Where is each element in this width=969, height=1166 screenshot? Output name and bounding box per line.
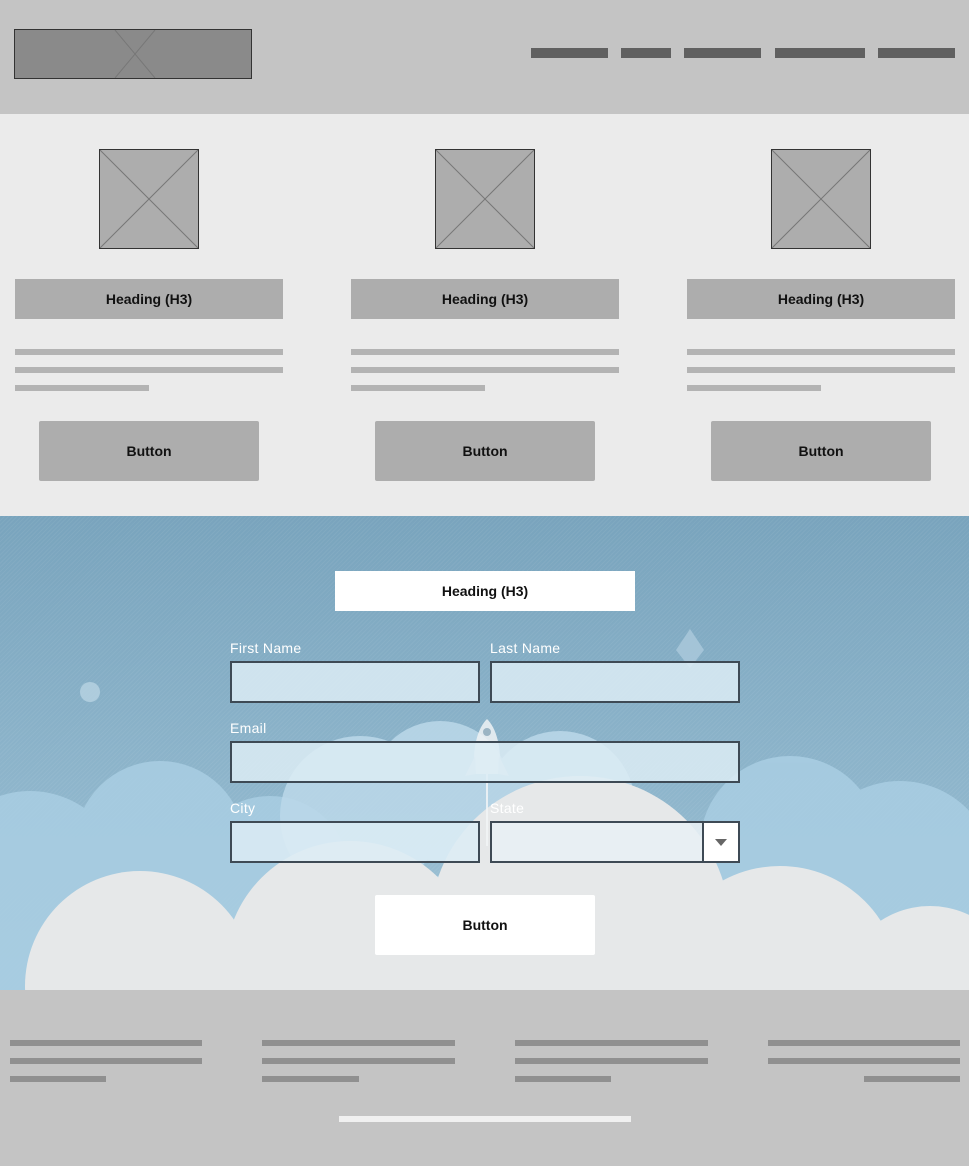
text-line <box>351 367 619 373</box>
nav-item-3[interactable] <box>684 48 761 58</box>
card-button[interactable]: Button <box>39 421 259 481</box>
footer-text-line <box>515 1040 708 1046</box>
footer-text-line <box>768 1058 960 1064</box>
logo-placeholder[interactable] <box>14 29 252 79</box>
city-field[interactable] <box>230 821 480 863</box>
card-image-placeholder <box>99 149 199 249</box>
first-name-field[interactable] <box>230 661 480 703</box>
state-dropdown-button[interactable] <box>702 823 738 861</box>
first-name-label: First Name <box>230 640 302 656</box>
site-header <box>0 0 969 114</box>
text-line <box>351 385 485 391</box>
footer-text-line <box>10 1058 202 1064</box>
nav-item-2[interactable] <box>621 48 671 58</box>
submit-button[interactable]: Button <box>375 895 595 955</box>
city-label: City <box>230 800 256 816</box>
features-section: Heading (H3) Button Heading (H3) Button … <box>0 114 969 516</box>
card-heading: Heading (H3) <box>687 279 955 319</box>
card-heading: Heading (H3) <box>351 279 619 319</box>
text-line <box>687 385 821 391</box>
chevron-down-icon <box>715 839 727 846</box>
text-line <box>351 349 619 355</box>
footer-text-line <box>10 1040 202 1046</box>
footer-text-line <box>262 1040 455 1046</box>
footer-text-line <box>864 1076 960 1082</box>
text-line <box>15 385 149 391</box>
state-label: State <box>490 800 525 816</box>
card-image-placeholder <box>435 149 535 249</box>
footer-text-line <box>262 1076 359 1082</box>
last-name-label: Last Name <box>490 640 561 656</box>
site-footer <box>0 990 969 1166</box>
image-placeholder-icon <box>99 149 199 249</box>
state-select[interactable] <box>490 821 740 863</box>
text-line <box>15 367 283 373</box>
card-heading: Heading (H3) <box>15 279 283 319</box>
footer-text-line <box>515 1058 708 1064</box>
image-placeholder-icon <box>771 149 871 249</box>
email-field[interactable] <box>230 741 740 783</box>
image-placeholder-icon <box>435 149 535 249</box>
card-image-placeholder <box>771 149 871 249</box>
footer-copyright-bar <box>339 1116 631 1122</box>
footer-text-line <box>768 1040 960 1046</box>
nav-item-1[interactable] <box>531 48 608 58</box>
last-name-field[interactable] <box>490 661 740 703</box>
image-placeholder-icon <box>114 30 156 78</box>
signup-form-section: Heading (H3) First Name Last Name Email … <box>0 516 969 990</box>
footer-text-line <box>515 1076 611 1082</box>
form-heading: Heading (H3) <box>335 571 635 611</box>
nav-item-5[interactable] <box>878 48 955 58</box>
planet-icon <box>80 682 100 702</box>
nav-item-4[interactable] <box>775 48 865 58</box>
footer-text-line <box>262 1058 455 1064</box>
footer-text-line <box>10 1076 106 1082</box>
text-line <box>687 349 955 355</box>
email-label: Email <box>230 720 267 736</box>
card-button[interactable]: Button <box>375 421 595 481</box>
text-line <box>15 349 283 355</box>
text-line <box>687 367 955 373</box>
card-button[interactable]: Button <box>711 421 931 481</box>
